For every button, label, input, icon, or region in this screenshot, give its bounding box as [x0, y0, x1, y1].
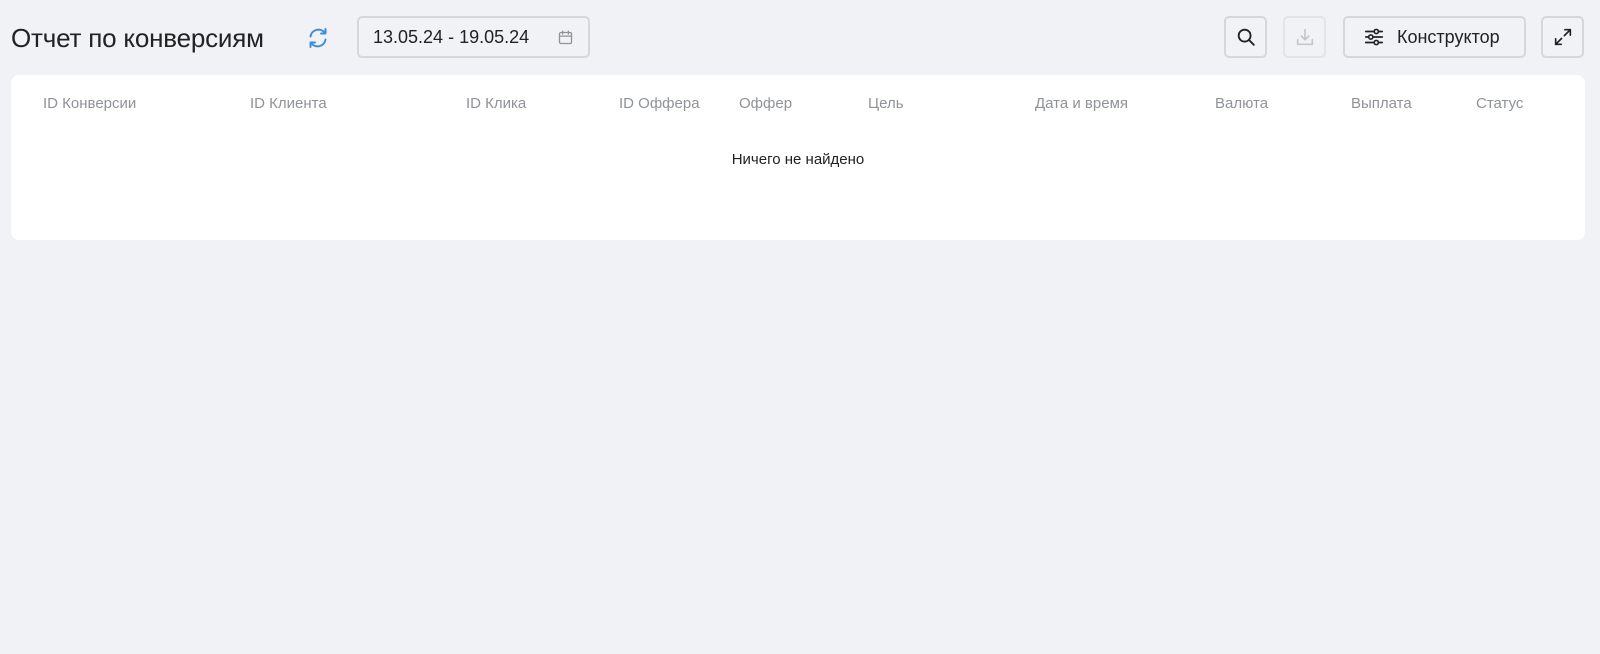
- column-header-datetime[interactable]: Дата и время: [1035, 94, 1128, 114]
- column-header-click-id[interactable]: ID Клика: [466, 94, 526, 114]
- constructor-button[interactable]: Конструктор: [1343, 16, 1526, 58]
- refresh-button[interactable]: [304, 24, 332, 52]
- constructor-label: Конструктор: [1397, 26, 1500, 47]
- empty-state-message: Ничего не найдено: [731, 151, 865, 168]
- conversions-table: ID Конверсии ID Клиента ID Клика ID Оффе…: [11, 75, 1585, 240]
- page-title: Отчет по конверсиям: [11, 23, 264, 53]
- column-header-offer-id[interactable]: ID Оффера: [619, 94, 700, 114]
- column-header-currency[interactable]: Валюта: [1215, 94, 1268, 114]
- calendar-icon: [556, 28, 574, 46]
- refresh-icon: [309, 28, 327, 48]
- column-header-status[interactable]: Статус: [1476, 94, 1523, 114]
- sliders-icon: [1363, 26, 1385, 48]
- date-range-value: 13.05.24 - 19.05.24: [373, 26, 530, 47]
- column-header-client-id[interactable]: ID Клиента: [250, 94, 327, 114]
- date-range-picker[interactable]: 13.05.24 - 19.05.24: [357, 16, 590, 58]
- fullscreen-button[interactable]: [1541, 16, 1584, 58]
- search-icon: [1237, 28, 1255, 46]
- toolbar: Отчет по конверсиям 13.05.24 - 19.05.24: [0, 0, 1600, 76]
- download-button[interactable]: [1283, 16, 1326, 58]
- download-icon: [1296, 28, 1313, 46]
- search-button[interactable]: [1224, 16, 1267, 58]
- expand-icon: [1554, 28, 1571, 46]
- column-header-offer[interactable]: Оффер: [739, 94, 792, 114]
- column-header-conversion-id[interactable]: ID Конверсии: [43, 94, 136, 114]
- page: Отчет по конверсиям 13.05.24 - 19.05.24: [0, 0, 1600, 654]
- column-header-payout[interactable]: Выплата: [1351, 94, 1412, 114]
- column-header-goal[interactable]: Цель: [868, 94, 904, 114]
